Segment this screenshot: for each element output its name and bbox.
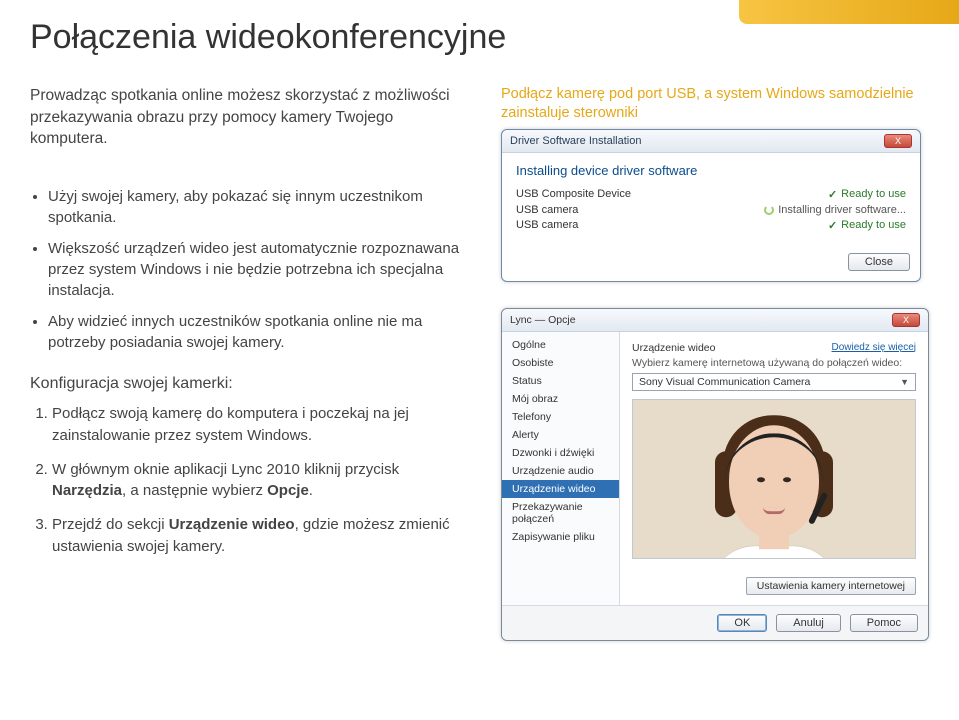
options-window: Lync — Opcje X Ogólne Osobiste Status Mó… bbox=[501, 308, 929, 641]
device-status-text: Installing driver software... bbox=[778, 204, 906, 216]
right-column: Podłącz kamerę pod port USB, a system Wi… bbox=[501, 85, 929, 641]
options-footer: OK Anuluj Pomoc bbox=[502, 605, 928, 640]
device-status: ✓ Ready to use bbox=[828, 188, 906, 201]
close-button[interactable]: Close bbox=[848, 253, 910, 271]
step-bold: Opcje bbox=[267, 482, 309, 499]
options-nav: Ogólne Osobiste Status Mój obraz Telefon… bbox=[502, 332, 620, 605]
step-text: Przejdź do sekcji bbox=[52, 516, 169, 533]
section-sublabel: Wybierz kamerę internetową używaną do po… bbox=[632, 357, 916, 369]
nav-item-video[interactable]: Urządzenie wideo bbox=[502, 480, 619, 498]
device-status: Installing driver software... bbox=[764, 204, 906, 216]
device-status-text: Ready to use bbox=[841, 219, 906, 231]
usb-note: Podłącz kamerę pod port USB, a system Wi… bbox=[501, 85, 929, 123]
options-body: Ogólne Osobiste Status Mój obraz Telefon… bbox=[502, 332, 928, 605]
device-status: ✓ Ready to use bbox=[828, 219, 906, 232]
nav-item-ringtones[interactable]: Dzwonki i dźwięki bbox=[502, 444, 619, 462]
header-accent bbox=[739, 0, 959, 24]
step-text: W głównym oknie aplikacji Lync 2010 klik… bbox=[52, 461, 399, 478]
device-name: USB camera bbox=[516, 204, 578, 216]
page: Połączenia wideokonferencyjne Prowadząc … bbox=[0, 0, 959, 671]
device-row: USB camera ✓ Ready to use bbox=[516, 219, 906, 232]
columns: Prowadząc spotkania online możesz skorzy… bbox=[30, 85, 929, 641]
close-icon[interactable]: X bbox=[884, 134, 912, 148]
options-titlebar: Lync — Opcje X bbox=[502, 309, 928, 332]
step-bold: Urządzenie wideo bbox=[169, 516, 295, 533]
more-info-link[interactable]: Dowiedz się więcej bbox=[832, 342, 916, 353]
options-title-text: Lync — Opcje bbox=[510, 314, 576, 326]
chevron-down-icon: ▼ bbox=[900, 377, 909, 387]
step-item: Przejdź do sekcji Urządzenie wideo, gdzi… bbox=[52, 514, 475, 558]
device-status-text: Ready to use bbox=[841, 188, 906, 200]
driver-header: Installing device driver software bbox=[516, 163, 906, 178]
nav-item-audio[interactable]: Urządzenie audio bbox=[502, 462, 619, 480]
driver-body: Installing device driver software USB Co… bbox=[502, 153, 920, 247]
nav-item-status[interactable]: Status bbox=[502, 372, 619, 390]
driver-footer: Close bbox=[502, 247, 920, 281]
bullet-item: Aby widzieć innych uczestników spotkania… bbox=[48, 311, 475, 353]
step-text: , a następnie wybierz bbox=[122, 482, 267, 499]
driver-install-window: Driver Software Installation X Installin… bbox=[501, 129, 921, 282]
spinner-icon bbox=[764, 205, 774, 215]
nav-item-general[interactable]: Ogólne bbox=[502, 336, 619, 354]
check-icon: ✓ bbox=[828, 219, 837, 232]
device-row: USB camera Installing driver software... bbox=[516, 204, 906, 216]
device-row: USB Composite Device ✓ Ready to use bbox=[516, 188, 906, 201]
nav-item-alerts[interactable]: Alerty bbox=[502, 426, 619, 444]
intro-text: Prowadząc spotkania online możesz skorzy… bbox=[30, 85, 475, 150]
camera-dropdown[interactable]: Sony Visual Communication Camera ▼ bbox=[632, 373, 916, 391]
nav-item-personal[interactable]: Osobiste bbox=[502, 354, 619, 372]
cancel-button[interactable]: Anuluj bbox=[776, 614, 841, 632]
nav-item-phones[interactable]: Telefony bbox=[502, 408, 619, 426]
options-main: Dowiedz się więcej Urządzenie wideo Wybi… bbox=[620, 332, 928, 605]
step-list: Podłącz swoją kamerę do komputera i pocz… bbox=[30, 403, 475, 558]
config-heading: Konfiguracja swojej kamerki: bbox=[30, 375, 475, 393]
check-icon: ✓ bbox=[828, 188, 837, 201]
step-bold: Narzędzia bbox=[52, 482, 122, 499]
step-text: . bbox=[309, 482, 313, 499]
camera-settings-button[interactable]: Ustawienia kamery internetowej bbox=[746, 577, 916, 595]
close-icon[interactable]: X bbox=[892, 313, 920, 327]
ok-button[interactable]: OK bbox=[717, 614, 767, 632]
dropdown-value: Sony Visual Communication Camera bbox=[639, 376, 810, 388]
help-button[interactable]: Pomoc bbox=[850, 614, 918, 632]
step-item: W głównym oknie aplikacji Lync 2010 klik… bbox=[52, 459, 475, 503]
nav-item-forwarding[interactable]: Przekazywanie połączeń bbox=[502, 498, 619, 528]
step-item: Podłącz swoją kamerę do komputera i pocz… bbox=[52, 403, 475, 447]
nav-item-myimage[interactable]: Mój obraz bbox=[502, 390, 619, 408]
device-name: USB camera bbox=[516, 219, 578, 232]
nav-item-saving[interactable]: Zapisywanie pliku bbox=[502, 528, 619, 546]
person-illustration bbox=[729, 425, 819, 537]
bullet-list: Użyj swojej kamery, aby pokazać się inny… bbox=[30, 186, 475, 353]
driver-titlebar: Driver Software Installation X bbox=[502, 130, 920, 153]
bullet-item: Użyj swojej kamery, aby pokazać się inny… bbox=[48, 186, 475, 228]
bullet-item: Większość urządzeń wideo jest automatycz… bbox=[48, 238, 475, 301]
camera-preview bbox=[632, 399, 916, 559]
left-column: Prowadząc spotkania online możesz skorzy… bbox=[30, 85, 475, 641]
driver-title-text: Driver Software Installation bbox=[510, 135, 641, 147]
device-name: USB Composite Device bbox=[516, 188, 631, 201]
